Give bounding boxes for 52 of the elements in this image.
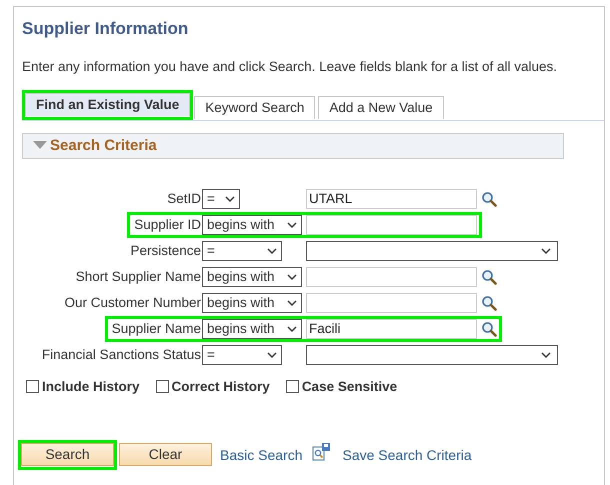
- section-title: Search Criteria: [50, 136, 157, 156]
- field-label: SetID: [167, 190, 202, 208]
- tab[interactable]: Find an Existing Value: [25, 92, 190, 116]
- operator-select[interactable]: begins with: [202, 267, 302, 288]
- operator-select[interactable]: =: [202, 189, 240, 210]
- tab[interactable]: Keyword Search: [194, 96, 316, 119]
- field-label: Our Customer Number: [64, 294, 202, 312]
- instructions: Enter any information you have and click Search. Leave fields blank for a list of all values.: [22, 58, 558, 76]
- value-input[interactable]: [306, 267, 477, 288]
- field-label: Short Supplier Name: [76, 268, 202, 286]
- checkbox-label: Correct History: [172, 378, 270, 396]
- operator-select[interactable]: begins with: [202, 215, 302, 236]
- tab[interactable]: Add a New Value: [318, 96, 444, 119]
- collapse-triangle-icon[interactable]: [33, 141, 47, 150]
- field-label: Supplier ID: [134, 216, 202, 234]
- save-search-icon[interactable]: [312, 443, 330, 461]
- search-icon[interactable]: [481, 295, 497, 312]
- value-input[interactable]: [306, 215, 477, 236]
- field-label: Supplier Name: [112, 320, 202, 338]
- page-title: Supplier Information: [22, 18, 190, 40]
- action-button[interactable]: Clear: [119, 443, 212, 466]
- operator-select[interactable]: =: [202, 345, 282, 366]
- search-icon[interactable]: [481, 321, 497, 338]
- chevron-icon: [541, 248, 551, 254]
- save-search-link[interactable]: Save Search Criteria: [342, 444, 472, 466]
- value-select[interactable]: [306, 345, 558, 366]
- value-input[interactable]: Facili: [306, 319, 477, 340]
- operator-select[interactable]: =: [202, 241, 282, 262]
- chevron-icon: [287, 300, 297, 306]
- checkbox-label: Case Sensitive: [302, 378, 398, 396]
- field-label: Persistence: [130, 242, 202, 260]
- search-icon[interactable]: [481, 269, 497, 286]
- chevron-icon: [287, 274, 297, 280]
- value-input[interactable]: UTARL: [306, 189, 477, 210]
- operator-select[interactable]: begins with: [202, 293, 302, 314]
- operator-select[interactable]: begins with: [202, 319, 302, 340]
- chevron-icon: [541, 352, 551, 358]
- checkbox[interactable]: [156, 380, 169, 394]
- chevron-icon: [225, 196, 235, 202]
- checkbox[interactable]: [286, 380, 299, 394]
- chevron-icon: [287, 222, 297, 228]
- value-select[interactable]: [306, 241, 558, 262]
- chevron-icon: [267, 352, 277, 358]
- search-icon[interactable]: [481, 191, 497, 208]
- chevron-icon: [287, 326, 297, 332]
- checkbox-label: Include History: [42, 378, 140, 396]
- field-label: Financial Sanctions Status: [42, 346, 202, 364]
- value-input[interactable]: [306, 293, 477, 314]
- action-button[interactable]: Search: [21, 443, 114, 466]
- basic-search-link[interactable]: Basic Search: [220, 444, 302, 466]
- chevron-icon: [267, 248, 277, 254]
- checkbox[interactable]: [26, 380, 39, 394]
